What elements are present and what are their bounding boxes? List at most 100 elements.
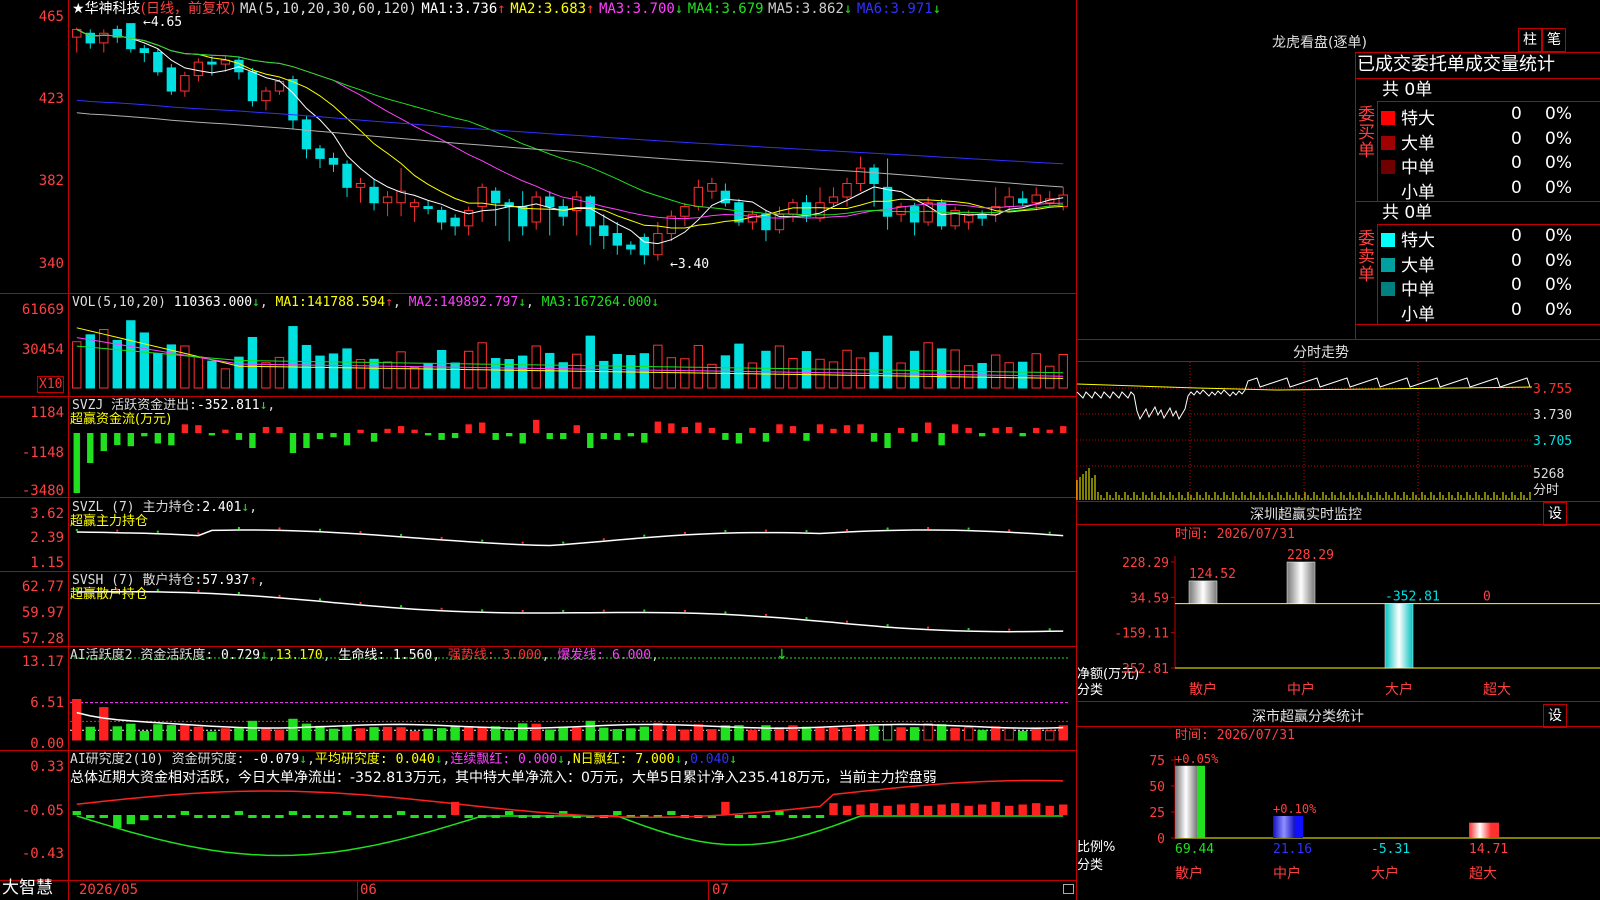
- sz-class-chart[interactable]: 75 50 25 0 +0.05% 69.44 散户 +0.10% 21.16 中户 -5.31 大户…: [1077, 702, 1600, 900]
- volume-bar: [909, 350, 920, 389]
- research-bar: [221, 815, 230, 818]
- flow-bar: [276, 427, 283, 433]
- active-bar: [1018, 731, 1028, 741]
- research-bar: [423, 815, 433, 818]
- buy-row-percent: 0%: [1545, 153, 1572, 173]
- retail-position-line-dot: [683, 610, 686, 612]
- active-bar: [909, 727, 920, 741]
- volume-bar: [220, 368, 231, 389]
- lock-icon[interactable]: [1063, 884, 1074, 894]
- ai-active-chart[interactable]: [70, 646, 1070, 750]
- candlestick-chart[interactable]: [70, 0, 1070, 290]
- active-bar: [180, 724, 190, 741]
- divider: [1377, 224, 1378, 324]
- candle-body: [382, 196, 393, 204]
- volume-bar: [693, 344, 704, 389]
- volume-bar: [680, 358, 690, 389]
- flow-bar: [533, 419, 540, 433]
- flow-bar: [573, 425, 580, 433]
- pen-mode-button[interactable]: 笔: [1542, 28, 1566, 52]
- flow-bar: [208, 433, 216, 436]
- panel-divider: [0, 880, 1077, 881]
- flow-bar: [884, 433, 891, 448]
- research-bar: [275, 815, 284, 818]
- volume-bar: [207, 360, 217, 389]
- flow-bar: [641, 433, 648, 443]
- ai-research-chart[interactable]: [70, 752, 1070, 880]
- volume-bar: [747, 362, 758, 389]
- candle-body: [301, 119, 312, 150]
- divider: [1377, 224, 1600, 225]
- flow-bar: [1046, 429, 1053, 433]
- active-bar: [328, 728, 339, 741]
- volume-chart[interactable]: [70, 294, 1070, 394]
- research-bar: [342, 811, 352, 815]
- active-bar: [396, 727, 406, 741]
- research-bar: [410, 815, 419, 818]
- flow-bar: [1060, 426, 1067, 433]
- volume-bar: [504, 359, 514, 389]
- main-position-line-dot: [278, 527, 281, 530]
- volume-bar: [612, 353, 622, 389]
- sz-class-bar-accent: [1295, 815, 1303, 838]
- retail-position-line-dot: [1048, 628, 1051, 631]
- candle-body: [193, 61, 204, 77]
- sz-monitor-axis-label: 228.29: [1122, 556, 1169, 571]
- flow-bar: [1006, 427, 1013, 433]
- research-bar: [613, 811, 622, 815]
- intraday-panel[interactable]: 分时走势 3.755 3.730 3.705 5268 分时: [1076, 340, 1600, 502]
- flow-bar: [181, 424, 189, 433]
- volume-bar: [815, 358, 825, 389]
- sell-row-name: 特大: [1401, 231, 1435, 251]
- price-axis-label: 382: [38, 173, 64, 189]
- sell-row-percent: 0%: [1545, 299, 1572, 320]
- active-bar: [220, 728, 231, 741]
- active-bar: [234, 728, 244, 741]
- active-bar: [139, 731, 150, 741]
- bar-mode-button[interactable]: 柱: [1518, 28, 1542, 52]
- retail-position-chart[interactable]: [70, 572, 1070, 646]
- active-bar: [936, 724, 947, 741]
- research-bar: [883, 805, 892, 815]
- retail-position-line-dot: [440, 607, 443, 610]
- active-bar: [828, 727, 839, 741]
- active-bar: [382, 726, 393, 741]
- intraday-chart[interactable]: [1076, 362, 1533, 502]
- retail-position-line-dot: [116, 588, 119, 591]
- research-bar: [1045, 805, 1054, 815]
- volume-bar: [788, 357, 798, 389]
- research-bar: [207, 815, 217, 818]
- volume-bar: [315, 355, 325, 389]
- active-bar: [518, 723, 528, 741]
- active-bar: [882, 724, 893, 741]
- main-position-chart[interactable]: [70, 498, 1070, 570]
- sz-monitor-chart[interactable]: 228.29 34.59 -159.11 -352.81 124.52 散户 228.29 中…: [1077, 502, 1600, 702]
- legend-swatch: [1381, 257, 1395, 272]
- ai-research-axis-label: -0.05: [21, 803, 64, 819]
- flow-bar: [627, 433, 634, 437]
- kline-chart-area[interactable]: ★华神科技(日线，前复权) MA(5,10,20,30,60,120) MA1:…: [0, 0, 1077, 900]
- flow-bar: [303, 433, 310, 448]
- volume-bar: [99, 328, 109, 389]
- sz-class-value-label: 69.44: [1175, 842, 1214, 857]
- candle-body: [1004, 196, 1014, 208]
- research-bar: [964, 805, 973, 815]
- sell-row: 大单 0 0%: [1381, 251, 1572, 276]
- divider: [1355, 52, 1356, 340]
- main-position-line-dot: [1048, 531, 1051, 534]
- svzl-axis-label: 1.15: [30, 555, 64, 571]
- sell-row-percent: 0%: [1545, 250, 1572, 271]
- flow-bar: [384, 428, 391, 433]
- active-bar: [626, 728, 636, 741]
- fund-flow-chart[interactable]: [70, 397, 1070, 497]
- active-bar: [112, 726, 122, 741]
- volume-bar: [477, 342, 487, 389]
- y-axis-divider: [68, 0, 69, 900]
- research-bar: [1032, 803, 1041, 815]
- flow-bar: [141, 433, 148, 437]
- active-bar: [436, 728, 447, 741]
- sz-monitor-value-label: 124.52: [1189, 567, 1236, 582]
- candle-body: [842, 182, 852, 198]
- active-bar: [531, 723, 541, 741]
- main-position-line-dot: [75, 529, 78, 531]
